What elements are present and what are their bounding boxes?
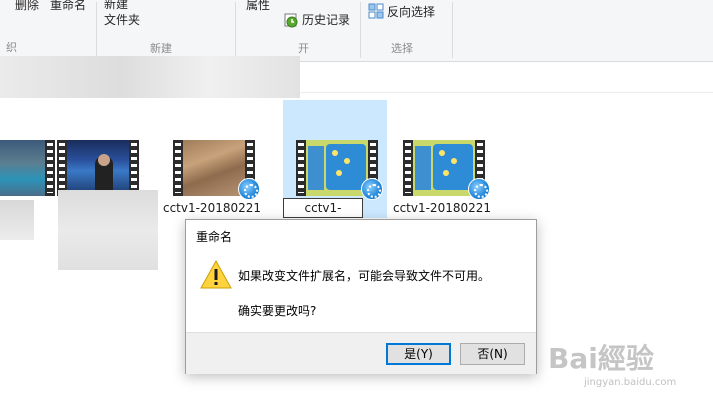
blurred-label [0,200,34,240]
ribbon-separator [452,2,453,58]
yes-button[interactable]: 是(Y) [386,343,451,365]
invert-selection-button[interactable]: 反向选择 [387,3,435,20]
invert-selection-icon [368,3,384,19]
dialog-message: 如果改变文件扩展名，可能会导致文件不可用。 [238,269,491,283]
ribbon: 删除 重命名 织 新建 文件夹 新建 属性 历史记录 开 反向选择 选择 [0,0,713,62]
properties-button[interactable]: 属性 [246,0,270,13]
file-name: cctv1-20180221 [162,201,262,215]
group-new-label: 新建 [150,42,172,55]
video-thumbnail [183,140,245,196]
rename-confirm-dialog: 重命名 如果改变文件扩展名，可能会导致文件不可用。 确实要更改吗? 是(Y) 否… [185,219,537,374]
dialog-question: 确实要更改吗? [238,304,317,318]
video-thumbnail [67,140,129,196]
file-thumbnail [57,140,139,196]
video-thumbnail [413,140,475,196]
media-player-icon [361,178,383,200]
history-icon [284,13,298,28]
dialog-footer: 是(Y) 否(N) [186,332,536,374]
new-folder-button[interactable]: 新建 文件夹 [104,0,140,28]
film-strip [403,140,413,196]
file-name: cctv1-20180221 [392,201,492,215]
ribbon-separator [96,2,97,58]
file-thumbnail [296,140,383,200]
film-strip [173,140,183,196]
film-strip [129,140,139,196]
file-item[interactable]: cctv1-20180221 [160,100,264,218]
file-thumbnail [403,140,490,200]
media-player-icon [238,178,260,200]
film-strip [57,140,67,196]
rename-input-value: cctv1- [304,201,342,215]
rename-button[interactable]: 重命名 [50,0,86,13]
group-select-label: 选择 [391,42,413,55]
blurred-region [0,56,300,98]
warning-icon [200,260,232,289]
group-organize-label: 织 [6,41,17,54]
ribbon-separator [235,2,236,58]
video-thumbnail [306,140,368,196]
group-open-label: 开 [298,42,309,55]
film-strip [296,140,306,196]
dialog-body: 如果改变文件扩展名，可能会导致文件不可用。 确实要更改吗? [186,250,536,332]
video-thumbnail [0,140,45,196]
ribbon-separator [360,2,361,58]
watermark: Bai經验 jingyan.baidu.com [548,325,713,405]
dialog-title: 重命名 [196,230,233,244]
media-player-icon [468,178,490,200]
watermark-url: jingyan.baidu.com [584,377,677,388]
file-thumbnail [173,140,260,200]
file-item[interactable] [44,100,158,270]
file-item[interactable]: cctv1-20180221 [390,100,494,218]
new-folder-label: 新建 文件夹 [104,0,141,27]
rename-input[interactable]: cctv1- [283,198,363,218]
blurred-label [58,190,158,270]
explorer-window: 删除 重命名 织 新建 文件夹 新建 属性 历史记录 开 反向选择 选择 cct… [0,0,713,405]
watermark-logo: Bai經验 [548,342,654,375]
delete-button[interactable]: 删除 [15,0,39,13]
history-button[interactable]: 历史记录 [302,11,350,28]
no-button[interactable]: 否(N) [460,343,525,365]
